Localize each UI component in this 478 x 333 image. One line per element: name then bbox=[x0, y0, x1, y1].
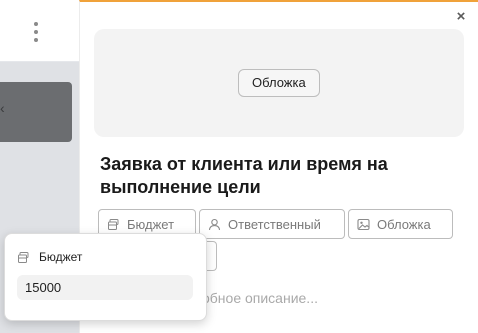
task-title[interactable]: Заявка от клиента или время на выполнени… bbox=[100, 153, 430, 199]
close-icon[interactable]: × bbox=[454, 9, 468, 24]
image-icon bbox=[357, 218, 370, 230]
kebab-icon[interactable] bbox=[31, 22, 41, 42]
assignee-chip-label: Ответственный bbox=[228, 216, 321, 232]
money-icon bbox=[18, 251, 29, 263]
description-placeholder[interactable]: обное описание... bbox=[202, 290, 318, 306]
user-icon bbox=[208, 218, 221, 230]
budget-chip-label: Бюджет bbox=[127, 216, 175, 232]
cover-chip[interactable]: Обложка bbox=[348, 209, 453, 239]
popover-header: Бюджет bbox=[17, 250, 82, 264]
board-card-chevron-icon: ‹ bbox=[0, 100, 5, 116]
cover-chip-label: Обложка bbox=[377, 216, 431, 232]
budget-input[interactable] bbox=[17, 275, 193, 300]
board-header bbox=[0, 0, 79, 62]
cover-area: Обложка bbox=[94, 29, 464, 137]
assignee-chip[interactable]: Ответственный bbox=[199, 209, 345, 239]
popover-title: Бюджет bbox=[39, 250, 83, 264]
money-icon bbox=[108, 218, 119, 230]
board-card[interactable] bbox=[0, 82, 72, 142]
add-cover-button[interactable]: Обложка bbox=[238, 69, 320, 97]
budget-popover: Бюджет bbox=[4, 233, 207, 321]
